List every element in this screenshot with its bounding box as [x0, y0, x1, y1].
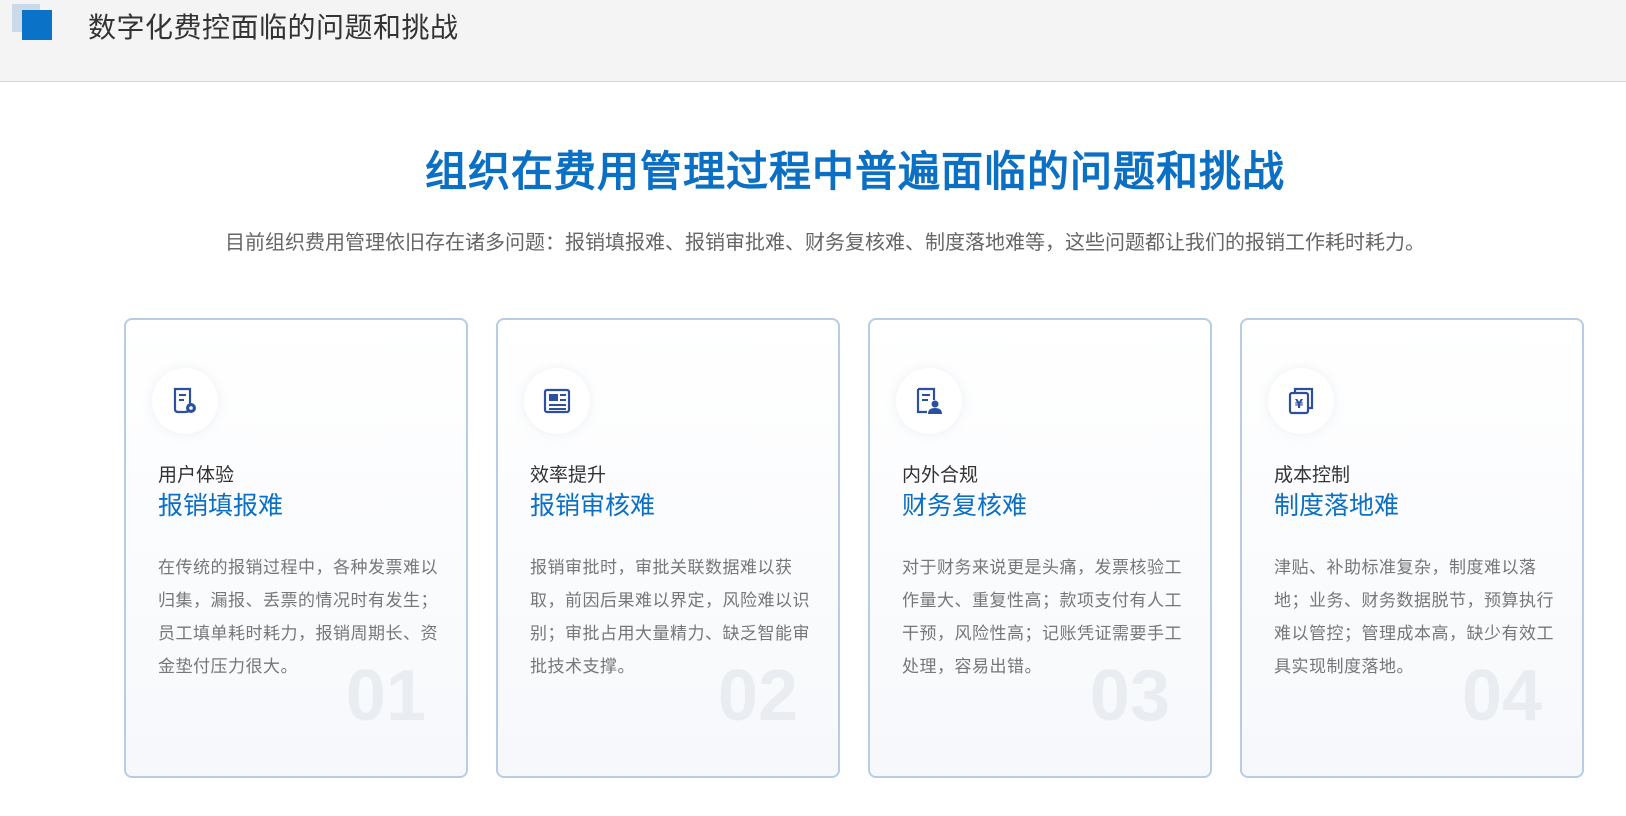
card-category: 用户体验: [158, 464, 235, 486]
card-number: 04: [1461, 656, 1542, 736]
card-title: 制度落地难: [1274, 491, 1400, 520]
main-title: 组织在费用管理过程中普遍面临的问题和挑战: [424, 147, 1285, 196]
card-title: 报销填报难: [158, 491, 284, 520]
card-category: 成本控制: [1274, 464, 1351, 486]
card-title: 财务复核难: [902, 491, 1028, 520]
main-subtitle: 目前组织费用管理依旧存在诸多问题：报销填报难、报销审批难、财务复核难、制度落地难…: [225, 230, 1425, 254]
header-title: 数字化费控面临的问题和挑战: [88, 11, 459, 44]
card-number: 03: [1089, 656, 1170, 736]
challenge-card-1: 用户体验 报销填报难 在传统的报销过程中，各种发票难以归集，漏报、丢票的情况时有…: [124, 318, 468, 778]
card-category: 效率提升: [530, 464, 607, 486]
yuan-document-icon: ¥: [1268, 368, 1334, 434]
card-title: 报销审核难: [530, 491, 656, 520]
card-number: 01: [345, 656, 426, 736]
page-header: 数字化费控面临的问题和挑战: [0, 0, 1626, 82]
challenge-card-4: ¥ 成本控制 制度落地难 津贴、补助标准复杂，制度难以落地；业务、财务数据脱节，…: [1240, 318, 1584, 778]
document-list-icon: [524, 368, 590, 434]
challenge-card-2: 效率提升 报销审核难 报销审批时，审批关联数据难以获取，前因后果难以界定，风险难…: [496, 318, 840, 778]
receipt-icon: [152, 368, 218, 434]
document-user-icon: [896, 368, 962, 434]
challenge-cards: 用户体验 报销填报难 在传统的报销过程中，各种发票难以归集，漏报、丢票的情况时有…: [124, 318, 1584, 778]
logo-squares-icon: [12, 0, 56, 44]
card-category: 内外合规: [902, 464, 979, 486]
card-number: 02: [717, 656, 798, 736]
svg-text:¥: ¥: [1295, 397, 1304, 411]
challenge-card-3: 内外合规 财务复核难 对于财务来说更是头痛，发票核验工作量大、重复性高；款项支付…: [868, 318, 1212, 778]
